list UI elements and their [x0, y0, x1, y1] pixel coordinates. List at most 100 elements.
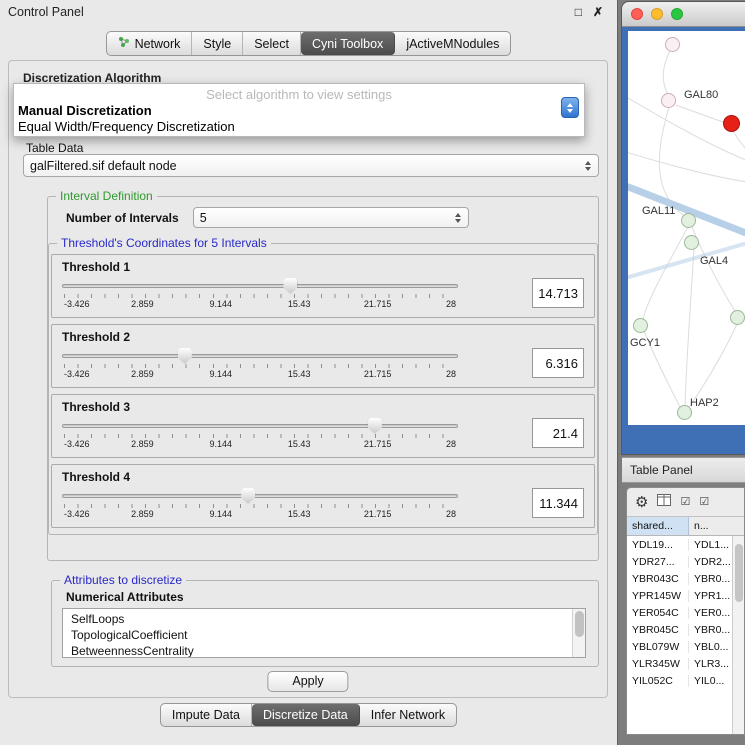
table-columns-icon[interactable]	[657, 493, 671, 511]
select-columns-icon[interactable]: ☑	[680, 497, 690, 508]
tick-label: 15.43	[288, 509, 311, 519]
threshold-4-value-field[interactable]: 11.344	[532, 488, 584, 518]
slider-thumb[interactable]	[178, 348, 192, 364]
slider-track[interactable]	[62, 354, 458, 358]
threshold-2-value-field[interactable]: 6.316	[532, 348, 584, 378]
threshold-1-block: Threshold 1 -3.4262.8599.14415.4321.7152…	[51, 254, 595, 318]
tab-discretize-data[interactable]: Discretize Data	[252, 704, 360, 726]
network-node[interactable]	[665, 37, 680, 52]
slider-track[interactable]	[62, 284, 458, 288]
table-row[interactable]: YPR145W YPR1...	[627, 587, 732, 604]
slider-tickmarks	[64, 434, 456, 438]
slider-tickmarks	[64, 504, 456, 508]
network-node[interactable]	[633, 318, 648, 333]
attribute-item[interactable]: SelfLoops	[71, 611, 585, 627]
tab-style[interactable]: Style	[192, 32, 243, 55]
tick-label: 9.144	[210, 299, 233, 309]
table-data-combobox[interactable]: galFiltered.sif default node	[23, 154, 599, 177]
minimize-traffic-light[interactable]	[651, 8, 663, 20]
close-traffic-light[interactable]	[631, 8, 643, 20]
threshold-1-label: Threshold 1	[62, 260, 584, 274]
network-icon	[118, 36, 130, 51]
threshold-2-slider[interactable]: -3.4262.8599.14415.4321.71528	[62, 345, 458, 381]
table-row[interactable]: YBL079W YBL0...	[627, 638, 732, 655]
table-row[interactable]: YDL19... YDL1...	[627, 536, 732, 553]
bottom-tab-bar: Impute Data Discretize Data Infer Networ…	[160, 703, 457, 727]
attribute-item[interactable]: TopologicalCoefficient	[71, 627, 585, 643]
network-node[interactable]	[681, 213, 696, 228]
column-header-name[interactable]: n...	[689, 517, 744, 535]
column-header-shared-name[interactable]: shared...	[627, 517, 689, 535]
cell-shared-name: YBL079W	[627, 641, 689, 653]
threshold-3-slider[interactable]: -3.4262.8599.14415.4321.71528	[62, 415, 458, 451]
table-scrollbar-thumb[interactable]	[735, 544, 743, 602]
number-of-intervals-combobox[interactable]: 5	[193, 207, 469, 228]
tick-label: 28	[446, 439, 456, 449]
tab-cyni-toolbox[interactable]: Cyni Toolbox	[301, 32, 395, 55]
slider-track[interactable]	[62, 424, 458, 428]
slider-track[interactable]	[62, 494, 458, 498]
zoom-traffic-light[interactable]	[671, 8, 683, 20]
network-node[interactable]	[730, 310, 745, 325]
table-row[interactable]: YIL052C YIL0...	[627, 672, 732, 689]
network-window: GAL80 GAL11 GAL4 GCY1 HAP2	[622, 2, 745, 454]
network-node-selected[interactable]	[723, 115, 740, 132]
slider-tick-labels: -3.4262.8599.14415.4321.71528	[64, 299, 456, 310]
table-row[interactable]: YBR045C YBR0...	[627, 621, 732, 638]
slider-thumb[interactable]	[368, 418, 382, 434]
table-row[interactable]: YER054C YER0...	[627, 604, 732, 621]
algorithm-combo-button[interactable]	[561, 97, 579, 118]
number-of-intervals-row: Number of Intervals 5	[66, 207, 598, 228]
tab-impute-data-label: Impute Data	[172, 708, 240, 722]
threshold-4-slider[interactable]: -3.4262.8599.14415.4321.71528	[62, 485, 458, 521]
cell-shared-name: YDL19...	[627, 539, 689, 551]
cell-shared-name: YER054C	[627, 607, 689, 619]
table-row[interactable]: YLR345W YLR3...	[627, 655, 732, 672]
cell-shared-name: YBR045C	[627, 624, 689, 636]
maximize-icon[interactable]: □	[575, 6, 582, 18]
tab-network[interactable]: Network	[107, 32, 193, 55]
table-scrollbar[interactable]	[732, 536, 744, 734]
tab-infer-network-label: Infer Network	[371, 708, 445, 722]
up-arrow-icon	[567, 103, 573, 107]
threshold-4-block: Threshold 4 -3.4262.8599.14415.4321.7152…	[51, 464, 595, 528]
numerical-attributes-list: SelfLoopsTopologicalCoefficientBetweenne…	[62, 608, 586, 658]
tick-label: 9.144	[210, 509, 233, 519]
threshold-1-slider[interactable]: -3.4262.8599.14415.4321.71528	[62, 275, 458, 311]
table-body: YDL19... YDL1... YDR27... YDR2... YBR043…	[627, 536, 732, 734]
select-rows-icon[interactable]: ☑	[699, 497, 709, 508]
list-scrollbar-thumb[interactable]	[575, 611, 584, 637]
tick-label: 9.144	[210, 369, 233, 379]
tick-label: 21.715	[364, 439, 392, 449]
close-icon[interactable]: ✗	[593, 6, 603, 18]
algorithm-option-manual[interactable]: Manual Discretization	[18, 103, 152, 118]
tab-infer-network[interactable]: Infer Network	[360, 704, 456, 726]
tab-select[interactable]: Select	[243, 32, 301, 55]
tab-jactivemnodules[interactable]: jActiveMNodules	[395, 32, 510, 55]
cell-name: YIL0...	[689, 675, 732, 687]
cell-name: YPR1...	[689, 590, 732, 602]
tab-discretize-data-label: Discretize Data	[263, 708, 348, 722]
tick-label: 21.715	[364, 299, 392, 309]
network-node[interactable]	[661, 93, 676, 108]
threshold-1-value-field[interactable]: 14.713	[532, 278, 584, 308]
table-data-label: Table Data	[26, 141, 83, 155]
table-row[interactable]: YBR043C YBR0...	[627, 570, 732, 587]
slider-thumb[interactable]	[283, 278, 297, 294]
tick-label: 15.43	[288, 439, 311, 449]
tab-impute-data[interactable]: Impute Data	[161, 704, 252, 726]
algorithm-option-equal-width[interactable]: Equal Width/Frequency Discretization	[18, 119, 235, 134]
table-toolbar: ⚙ ☑ ☑	[627, 488, 744, 517]
network-node[interactable]	[684, 235, 699, 250]
thresholds-legend: Threshold's Coordinates for 5 Intervals	[57, 236, 271, 250]
table-row[interactable]: YDR27... YDR2...	[627, 553, 732, 570]
apply-button[interactable]: Apply	[267, 671, 348, 692]
list-scrollbar[interactable]	[572, 609, 585, 657]
threshold-3-value-field[interactable]: 21.4	[532, 418, 584, 448]
cell-name: YLR3...	[689, 658, 732, 670]
attribute-item[interactable]: BetweennessCentrality	[71, 643, 585, 658]
gear-icon[interactable]: ⚙	[635, 495, 648, 510]
slider-thumb[interactable]	[241, 488, 255, 504]
window-buttons: □ ✗	[575, 6, 617, 18]
network-canvas[interactable]: GAL80 GAL11 GAL4 GCY1 HAP2	[628, 31, 745, 425]
